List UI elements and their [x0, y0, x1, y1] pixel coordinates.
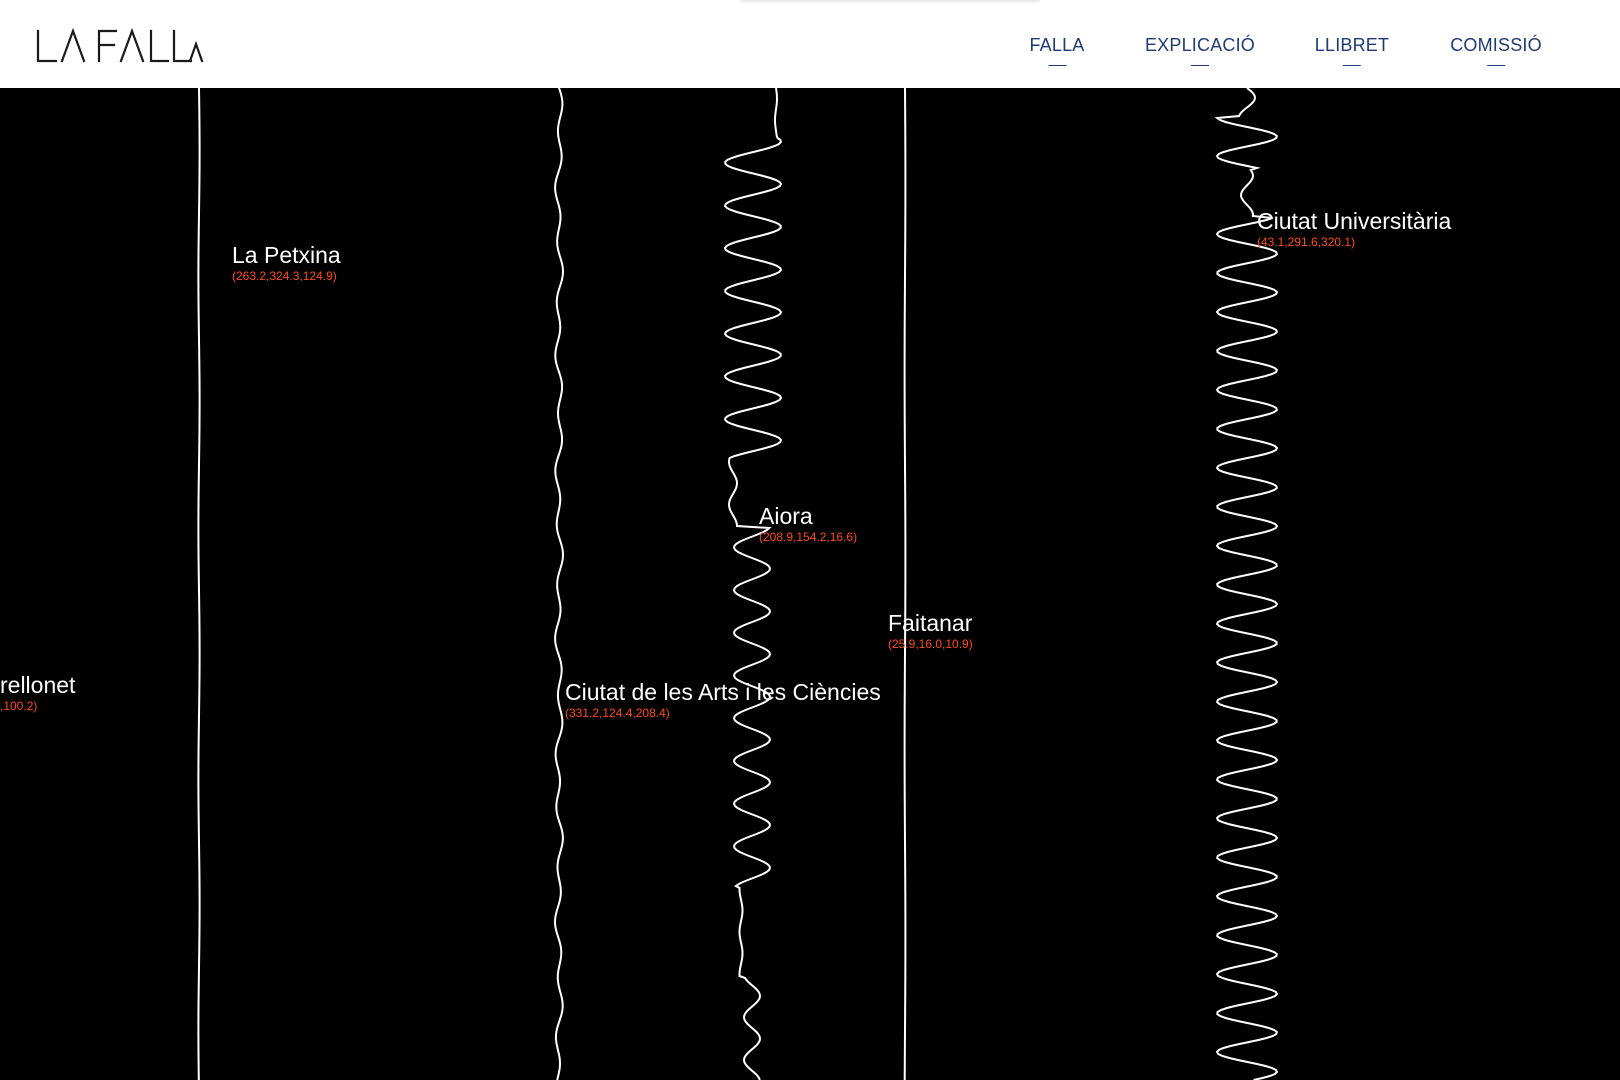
district-label-ciutat-arts-ciencies[interactable]: Ciutat de les Arts i les Ciències (331.2… — [565, 679, 881, 721]
district-name: Aiora — [759, 503, 813, 529]
district-label-la-petxina[interactable]: La Petxina (263.2,324.3,124.9) — [232, 242, 341, 284]
district-coords: (208.9,154.2,16.6) — [759, 530, 858, 544]
district-coords: ,100.2) — [0, 699, 38, 713]
district-coords: (331.2,124.4,208.4) — [565, 706, 670, 720]
district-coords: (263.2,324.3,124.9) — [232, 269, 337, 283]
district-label-ciutat-universitaria[interactable]: Ciutat Universitària (43.1,291.6,320.1) — [1257, 208, 1451, 250]
district-name: Ciutat Universitària — [1257, 208, 1452, 234]
nav-comissio-link[interactable]: COMISSIÓ — [1450, 35, 1542, 56]
district-label-aiora[interactable]: Aiora (208.9,154.2,16.6) — [759, 503, 857, 545]
district-label-rellonet[interactable]: rellonet ,100.2) — [0, 672, 75, 714]
visualization-canvas[interactable]: La Petxina (263.2,324.3,124.9) Ciutat Un… — [0, 88, 1620, 1080]
wave-line-3 — [723, 88, 783, 1080]
nav-falla-link[interactable]: FALLA — [1029, 35, 1084, 56]
header-tab-shadow — [740, 0, 1040, 4]
site-header: FALLA EXPLICACIÓ LLIBRET COMISSIÓ — [0, 0, 1620, 88]
district-name: La Petxina — [232, 242, 341, 268]
district-name: rellonet — [0, 672, 76, 698]
district-label-faitanar[interactable]: Faitanar (25.9,16.0,10.9) — [888, 610, 973, 652]
district-coords: (43.1,291.6,320.1) — [1257, 235, 1356, 249]
wave-line-2 — [554, 88, 564, 1080]
district-name: Faitanar — [888, 610, 973, 636]
wave-line-4 — [903, 88, 907, 1080]
logo[interactable] — [36, 28, 206, 64]
district-name: Ciutat de les Arts i les Ciències — [565, 679, 881, 705]
nav-llibret-link[interactable]: LLIBRET — [1315, 35, 1389, 56]
wave-line-1 — [197, 88, 201, 1080]
nav-explicacio-link[interactable]: EXPLICACIÓ — [1145, 35, 1255, 56]
district-coords: (25.9,16.0,10.9) — [888, 637, 973, 651]
